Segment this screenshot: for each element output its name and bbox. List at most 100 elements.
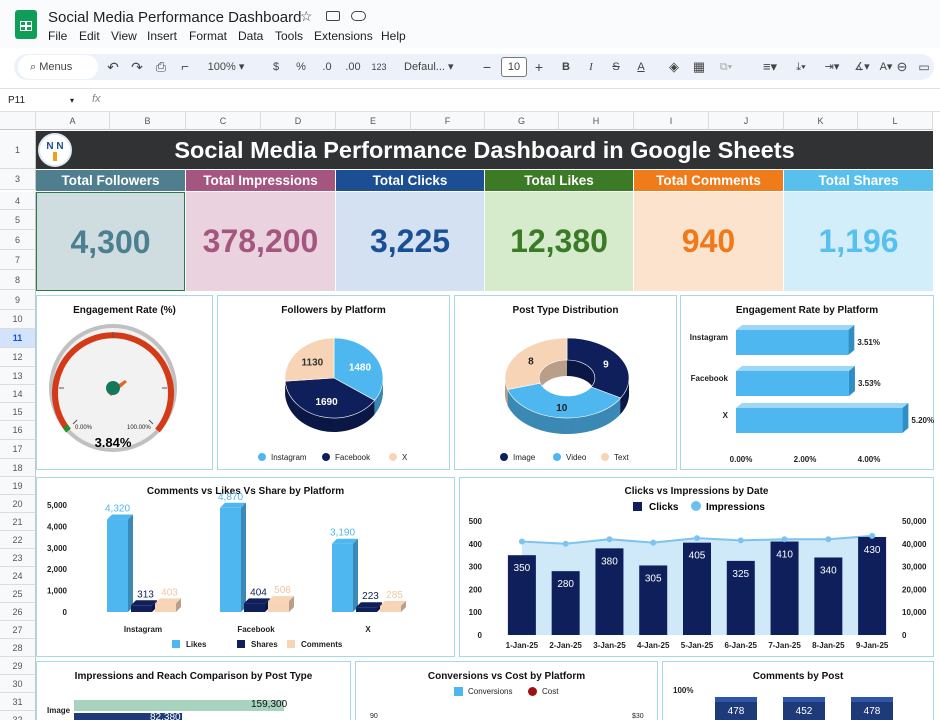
currency-button[interactable]: $	[269, 54, 283, 80]
column-header-i[interactable]: I	[634, 112, 709, 130]
zoom-select[interactable]: 100% ▾	[201, 54, 251, 80]
kpi-value[interactable]: 4,300	[36, 192, 185, 291]
cloud-saved-icon[interactable]	[351, 11, 366, 21]
column-header-j[interactable]: J	[709, 112, 784, 130]
row-header[interactable]: 8	[0, 270, 36, 290]
menu-search[interactable]: ⌕ Menus	[18, 55, 98, 79]
row-header[interactable]: 27	[0, 621, 36, 639]
row-header[interactable]: 3	[0, 169, 36, 190]
row-header[interactable]: 6	[0, 230, 36, 250]
column-header-d[interactable]: D	[261, 112, 336, 130]
row-header[interactable]: 7	[0, 250, 36, 270]
font-size-decrease-icon[interactable]: −	[481, 54, 493, 80]
engagement-by-platform-panel[interactable]: Engagement Rate by Platform Instagram 3.5…	[680, 295, 934, 470]
merge-cells-icon[interactable]: ⧉▾	[714, 54, 738, 80]
row-header[interactable]: 26	[0, 603, 36, 621]
row-header[interactable]: 15	[0, 403, 36, 421]
column-header-g[interactable]: G	[485, 112, 559, 130]
row-header[interactable]: 18	[0, 459, 36, 477]
row-header[interactable]: 29	[0, 657, 36, 675]
column-header-c[interactable]: C	[186, 112, 261, 130]
name-box[interactable]: P11 ▾	[8, 93, 78, 109]
star-icon[interactable]: ☆	[300, 8, 313, 25]
row-header[interactable]: 1	[0, 131, 36, 169]
row-header[interactable]: 12	[0, 348, 36, 367]
row-header[interactable]: 13	[0, 367, 36, 385]
font-select[interactable]: Defaul... ▾	[404, 54, 468, 80]
percent-button[interactable]: %	[294, 54, 308, 80]
kpi-value[interactable]: 12,380	[485, 192, 633, 291]
menu-extensions[interactable]: Extensions	[314, 29, 373, 43]
row-header[interactable]: 5	[0, 210, 36, 230]
row-header[interactable]: 22	[0, 531, 36, 549]
insert-link-icon[interactable]: ⊖	[894, 54, 910, 80]
row-header[interactable]: 20	[0, 495, 36, 513]
comments-likes-shares-panel[interactable]: Comments vs Likes Vs Share by Platform 5…	[36, 477, 455, 657]
post-type-distribution-panel[interactable]: Post Type Distribution 9 10 8 Image Video Tex…	[454, 295, 677, 470]
vertical-align-icon[interactable]: ⤓▾	[789, 54, 813, 80]
column-header-h[interactable]: H	[559, 112, 634, 130]
row-header[interactable]: 30	[0, 675, 36, 693]
row-header[interactable]: 25	[0, 585, 36, 603]
row-header[interactable]: 21	[0, 513, 36, 531]
italic-button[interactable]: I	[584, 54, 598, 80]
fill-color-icon[interactable]: ◈	[666, 54, 682, 80]
row-header[interactable]: 19	[0, 477, 36, 495]
column-header-a[interactable]: A	[36, 112, 110, 130]
menu-insert[interactable]: Insert	[147, 29, 177, 43]
row-header[interactable]: 24	[0, 567, 36, 585]
text-style-icon[interactable]: A▾	[876, 54, 896, 80]
menu-edit[interactable]: Edit	[79, 29, 100, 43]
row-header[interactable]: 17	[0, 440, 36, 459]
clicks-impressions-panel[interactable]: Clicks vs Impressions by Date 500 400 300 2…	[459, 477, 934, 657]
column-header-b[interactable]: B	[110, 112, 186, 130]
document-title[interactable]: Social Media Performance Dashboard	[48, 9, 301, 26]
column-header-l[interactable]: L	[858, 112, 933, 130]
row-header[interactable]: 23	[0, 549, 36, 567]
menu-tools[interactable]: Tools	[275, 29, 303, 43]
print-icon[interactable]: ⎙	[152, 54, 170, 80]
text-rotation-icon[interactable]: ∡▾	[850, 54, 874, 80]
column-header-e[interactable]: E	[336, 112, 411, 130]
column-header-k[interactable]: K	[784, 112, 858, 130]
row-header[interactable]: 9	[0, 290, 36, 310]
menu-format[interactable]: Format	[189, 29, 227, 43]
menu-view[interactable]: View	[111, 29, 137, 43]
kpi-value[interactable]: 1,196	[784, 192, 933, 291]
kpi-value[interactable]: 378,200	[186, 192, 335, 291]
comments-by-post-panel[interactable]: Comments by Post 100% 478 452 478	[662, 661, 934, 720]
row-header[interactable]: 11	[0, 329, 36, 348]
sheets-logo-icon[interactable]	[15, 10, 37, 39]
menu-help[interactable]: Help	[381, 29, 406, 43]
font-size-input[interactable]: 10	[501, 57, 527, 77]
kpi-value[interactable]: 940	[634, 192, 783, 291]
paint-format-icon[interactable]: ⌐	[176, 54, 194, 80]
borders-icon[interactable]: ▦	[691, 54, 707, 80]
redo-icon[interactable]: ↷	[128, 54, 146, 80]
strikethrough-icon[interactable]: S	[608, 54, 624, 80]
followers-by-platform-panel[interactable]: Followers by Platform 1480 1690 1130 Instag…	[217, 295, 450, 470]
row-header[interactable]: 31	[0, 693, 36, 711]
row-header[interactable]: 28	[0, 639, 36, 657]
undo-icon[interactable]: ↶	[104, 54, 122, 80]
row-header[interactable]: 4	[0, 192, 36, 210]
kpi-value[interactable]: 3,225	[336, 192, 484, 291]
column-header-f[interactable]: F	[411, 112, 485, 130]
formula-input[interactable]	[112, 93, 912, 109]
row-header[interactable]: 14	[0, 385, 36, 403]
insert-comment-icon[interactable]: ▭	[916, 54, 932, 80]
decrease-decimal-button[interactable]: .0	[318, 54, 336, 80]
more-formats-button[interactable]: 123	[369, 54, 389, 80]
row-header[interactable]: 16	[0, 421, 36, 440]
select-all-corner[interactable]	[0, 112, 36, 130]
text-color-icon[interactable]: A	[633, 54, 649, 80]
menu-data[interactable]: Data	[238, 29, 263, 43]
horizontal-align-icon[interactable]: ≡▾	[758, 54, 782, 80]
font-size-increase-icon[interactable]: +	[533, 54, 545, 80]
bold-button[interactable]: B	[559, 54, 573, 80]
row-header[interactable]: 10	[0, 310, 36, 329]
menu-file[interactable]: File	[48, 29, 67, 43]
conversions-cost-panel[interactable]: Conversions vs Cost by Platform Conversi…	[355, 661, 658, 720]
impressions-reach-panel[interactable]: Impressions and Reach Comparison by Post…	[36, 661, 351, 720]
engagement-rate-gauge-panel[interactable]: Engagement Rate (%) 0.00% 100.00% 3.84%	[36, 295, 213, 470]
